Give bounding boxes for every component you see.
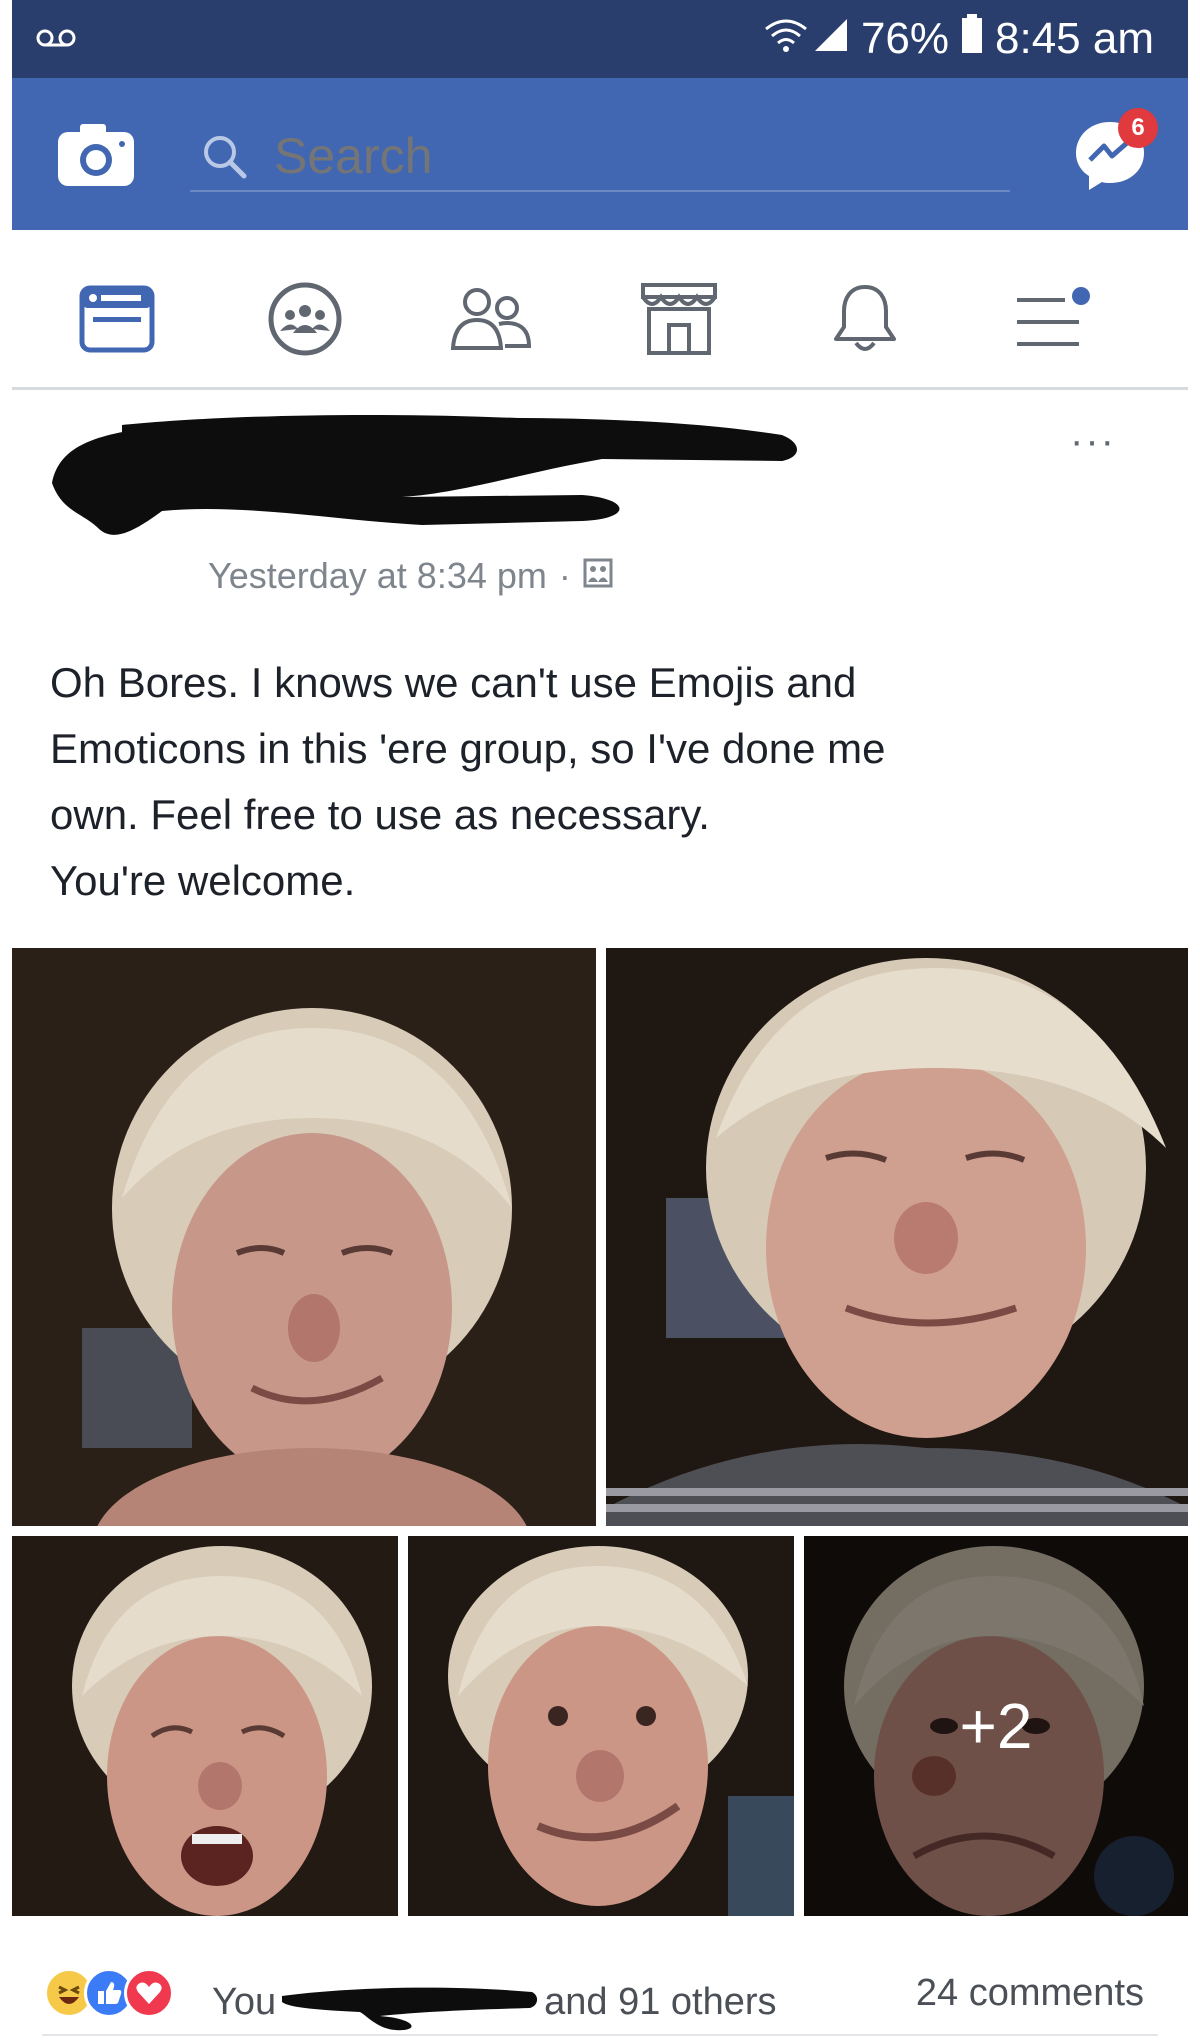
likers-prefix: You xyxy=(212,1980,277,2023)
groups-icon xyxy=(268,282,342,356)
marketplace-icon xyxy=(641,283,717,355)
separator-dot: · xyxy=(558,555,571,596)
likers-suffix: and 91 others xyxy=(544,1980,777,2023)
friends-icon xyxy=(450,288,532,350)
post-timestamp[interactable]: Yesterday at 8:34 pm xyxy=(208,555,547,597)
messenger-button[interactable]: 6 xyxy=(1070,108,1158,202)
voicemail-icon xyxy=(36,28,76,53)
post-photo-1[interactable] xyxy=(12,948,596,1526)
signal-icon xyxy=(813,14,849,64)
tab-news-feed[interactable] xyxy=(72,274,162,364)
news-feed-icon xyxy=(79,285,155,353)
app-frame: 76% 8:45 am Search 6 ··· Yesterday at 8:… xyxy=(12,0,1188,2042)
post-meta: Yesterday at 8:34 pm · xyxy=(208,555,613,597)
menu-icon xyxy=(1017,287,1090,346)
search-input[interactable] xyxy=(274,128,974,184)
post-body-line: Emoticons in this 'ere group, so I've do… xyxy=(50,725,886,772)
comments-count-link[interactable]: 24 comments xyxy=(916,1972,1144,2015)
status-bar: 76% 8:45 am xyxy=(12,0,1188,78)
more-photos-overlay[interactable]: +2 xyxy=(804,1536,1188,1916)
battery-percent: 76% xyxy=(860,14,950,63)
post-options-button[interactable]: ··· xyxy=(1070,421,1116,461)
face-photo-image xyxy=(12,948,596,1526)
notifications-icon xyxy=(834,285,896,351)
face-photo-image xyxy=(408,1536,794,1916)
post-body-line: Oh Bores. I knows we can't use Emojis an… xyxy=(50,659,857,706)
camera-button[interactable] xyxy=(56,122,136,188)
battery-icon xyxy=(961,13,983,65)
love-reaction-icon xyxy=(124,1968,174,2018)
tab-friends[interactable] xyxy=(446,274,536,364)
post-header: ··· Yesterday at 8:34 pm · xyxy=(12,393,1188,623)
post-photo-3[interactable] xyxy=(12,1536,398,1916)
search-icon xyxy=(200,132,248,185)
reaction-icons[interactable] xyxy=(44,1968,174,2018)
post-body-line: own. Feel free to use as necessary. xyxy=(50,791,710,838)
tab-bar xyxy=(12,230,1188,390)
camera-icon xyxy=(58,124,134,186)
post-photo-5[interactable]: +2 xyxy=(804,1536,1188,1916)
more-photos-count: +2 xyxy=(959,1690,1033,1762)
post-body-line: You're welcome. xyxy=(50,857,356,904)
face-photo-image xyxy=(606,948,1188,1526)
post-footer: You and 91 others 24 comments xyxy=(12,1950,1188,2040)
tab-notifications[interactable] xyxy=(820,274,910,364)
post-body: Oh Bores. I knows we can't use Emojis an… xyxy=(50,650,1150,914)
redacted-liker-names xyxy=(282,1987,538,2031)
tab-marketplace[interactable] xyxy=(634,274,724,364)
tab-menu[interactable] xyxy=(1008,274,1098,364)
clock: 8:45 am xyxy=(995,14,1154,63)
search-bar[interactable] xyxy=(190,122,1010,192)
divider xyxy=(42,2034,1158,2036)
group-privacy-icon xyxy=(583,555,613,597)
post-photo-4[interactable] xyxy=(408,1536,794,1916)
messenger-badge: 6 xyxy=(1118,108,1158,148)
face-photo-image xyxy=(12,1536,398,1916)
likers-summary[interactable]: You and 91 others xyxy=(212,1972,777,2032)
post-photo-2[interactable] xyxy=(606,948,1188,1526)
tab-groups[interactable] xyxy=(260,274,350,364)
wifi-icon xyxy=(763,14,809,64)
app-header: 6 xyxy=(12,78,1188,230)
